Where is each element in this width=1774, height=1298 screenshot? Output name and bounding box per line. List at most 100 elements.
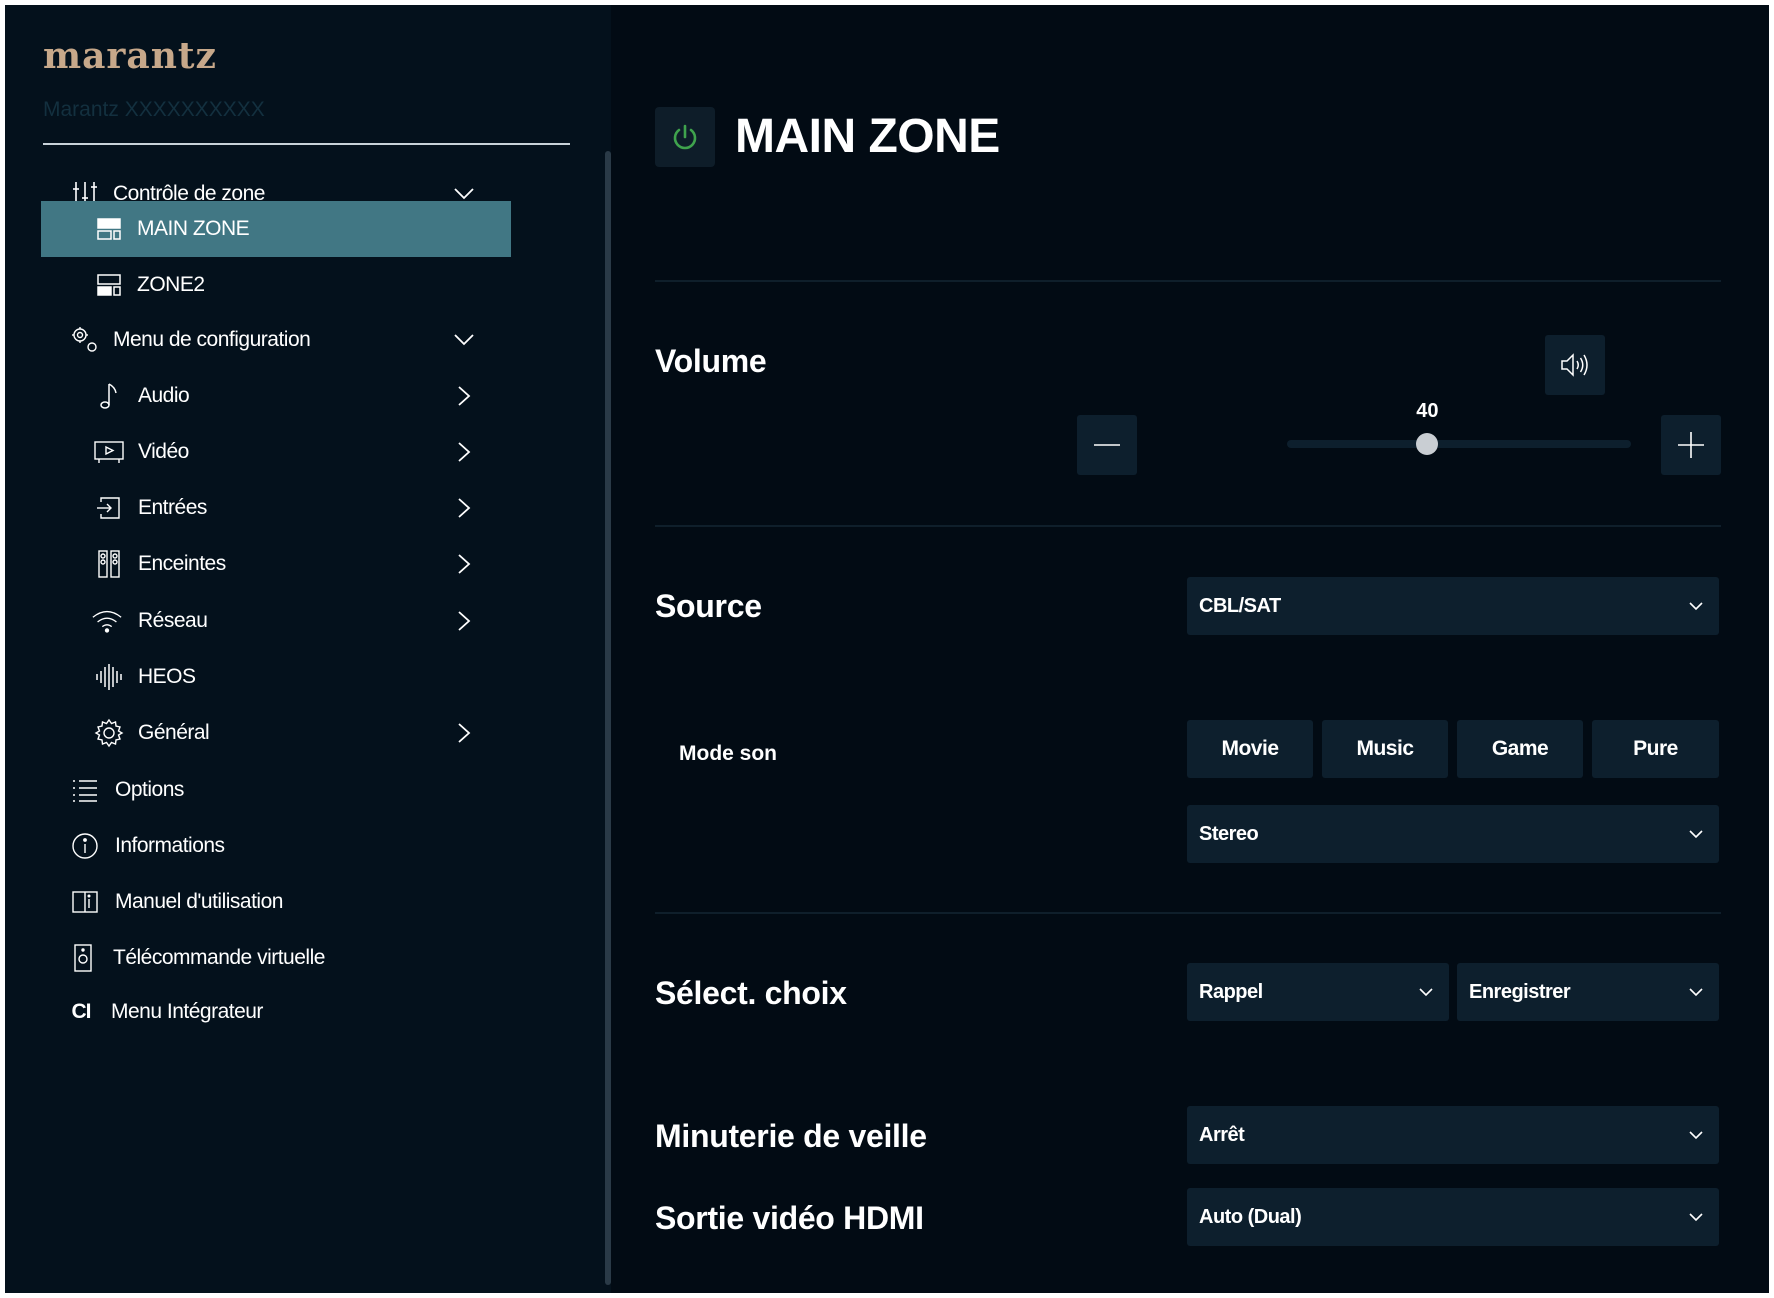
info-icon [69, 830, 101, 862]
zone-icon [93, 269, 125, 301]
source-select[interactable]: CBL/SAT [1187, 577, 1719, 635]
sidebar-item-inputs[interactable]: Entrées [41, 477, 511, 539]
device-name: Marantz XXXXXXXXXX [43, 98, 265, 121]
quick-select-label: Sélect. choix [655, 975, 847, 1011]
video-icon [93, 436, 125, 468]
chevron-right-icon[interactable] [453, 722, 475, 744]
save-value: Enregistrer [1469, 980, 1571, 1003]
speaker-icon [1560, 352, 1590, 378]
chevron-right-icon[interactable] [453, 497, 475, 519]
source-label: Source [655, 588, 762, 624]
remote-icon [67, 942, 99, 974]
ci-icon: CI [71, 1000, 92, 1023]
heos-icon [93, 661, 125, 693]
sidebar-item-label: Options [115, 778, 184, 801]
sidebar-item-label: MAIN ZONE [137, 217, 250, 240]
sidebar-item-setup-menu[interactable]: Menu de configuration [41, 309, 511, 371]
volume-value: 40 [1416, 400, 1439, 422]
input-icon [93, 492, 125, 524]
chevron-down-icon [1687, 1126, 1705, 1144]
minus-icon [1094, 443, 1120, 447]
speakers-icon [93, 548, 125, 580]
recall-value: Rappel [1199, 980, 1263, 1003]
volume-slider-knob[interactable] [1416, 433, 1439, 455]
sidebar-item-label: Menu Intégrateur [111, 1000, 263, 1023]
power-icon [671, 123, 699, 151]
sidebar-item-label: Audio [138, 384, 190, 407]
chevron-right-icon[interactable] [453, 441, 475, 463]
volume-up-button[interactable] [1661, 415, 1721, 475]
sidebar-item-virtual-remote[interactable]: Télécommande virtuelle [41, 927, 511, 989]
sidebar-item-label: Enceintes [138, 552, 226, 575]
sidebar-item-label: Vidéo [138, 440, 189, 463]
sidebar-item-label: Manuel d'utilisation [115, 890, 283, 913]
sound-mode-game-button[interactable]: Game [1457, 720, 1583, 778]
sleep-timer-label: Minuterie de veille [655, 1118, 927, 1154]
sidebar-divider [43, 143, 570, 145]
sidebar-item-integrator-menu[interactable]: CI Menu Intégrateur [41, 981, 511, 1043]
chevron-down-icon [1687, 983, 1705, 1001]
page-title: MAIN ZONE [735, 110, 1000, 163]
sound-mode-value: Stereo [1199, 822, 1259, 845]
wifi-icon [91, 605, 123, 637]
sidebar-item-zone2[interactable]: ZONE2 [41, 257, 511, 313]
chevron-down-icon [1687, 825, 1705, 843]
sidebar-item-label: Télécommande virtuelle [113, 946, 325, 969]
sidebar-item-heos[interactable]: HEOS [41, 646, 511, 708]
sidebar-item-label: Menu de configuration [113, 328, 311, 351]
sidebar-item-audio[interactable]: Audio [41, 365, 511, 427]
sound-mode-label: Mode son [679, 742, 777, 765]
sidebar-item-label: ZONE2 [137, 273, 205, 296]
chevron-down-icon [1417, 983, 1435, 1001]
sidebar-item-label: Informations [115, 834, 225, 857]
sidebar-item-information[interactable]: Informations [41, 815, 511, 877]
app-window: marantz Marantz XXXXXXXXXX Contrôle de z… [5, 5, 1769, 1293]
sidebar-item-speakers[interactable]: Enceintes [41, 533, 511, 595]
volume-label: Volume [655, 343, 767, 379]
sidebar-item-label: Réseau [138, 609, 208, 632]
sidebar-item-main-zone[interactable]: MAIN ZONE [41, 201, 511, 257]
sound-mode-select[interactable]: Stereo [1187, 805, 1719, 863]
power-button[interactable] [655, 107, 715, 167]
chevron-right-icon[interactable] [453, 385, 475, 407]
plus-icon [1678, 432, 1704, 458]
quick-select-recall-select[interactable]: Rappel [1187, 963, 1449, 1021]
hdmi-output-value: Auto (Dual) [1199, 1205, 1302, 1228]
source-value: CBL/SAT [1199, 594, 1281, 617]
zone-icon [93, 213, 125, 245]
list-icon [69, 774, 101, 806]
sidebar-item-general[interactable]: Général [41, 702, 511, 764]
sidebar-item-network[interactable]: Réseau [41, 590, 511, 652]
sidebar: marantz Marantz XXXXXXXXXX Contrôle de z… [5, 5, 611, 1293]
section-divider [655, 912, 1721, 914]
chevron-down-icon [1687, 1208, 1705, 1226]
sidebar-item-user-manual[interactable]: Manuel d'utilisation [41, 871, 511, 933]
sleep-timer-value: Arrêt [1199, 1123, 1245, 1146]
chevron-down-icon[interactable] [453, 329, 475, 351]
gears-icon [69, 324, 101, 356]
chevron-down-icon [1687, 597, 1705, 615]
sound-mode-music-button[interactable]: Music [1322, 720, 1448, 778]
section-divider [655, 525, 1721, 527]
hdmi-output-select[interactable]: Auto (Dual) [1187, 1188, 1719, 1246]
book-icon [69, 886, 101, 918]
chevron-right-icon[interactable] [453, 610, 475, 632]
chevron-right-icon[interactable] [453, 553, 475, 575]
sidebar-item-label: Entrées [138, 496, 207, 519]
music-note-icon [93, 380, 125, 412]
section-divider [655, 280, 1721, 282]
sidebar-item-video[interactable]: Vidéo [41, 421, 511, 483]
sound-mode-movie-button[interactable]: Movie [1187, 720, 1313, 778]
mute-button[interactable] [1545, 335, 1605, 395]
volume-down-button[interactable] [1077, 415, 1137, 475]
sidebar-item-options[interactable]: Options [41, 759, 511, 821]
brand-logo: marantz [43, 35, 217, 77]
sleep-timer-select[interactable]: Arrêt [1187, 1106, 1719, 1164]
main-panel: MAIN ZONE Volume 40 Source CBL/SAT Mode … [611, 5, 1769, 1293]
hdmi-output-label: Sortie vidéo HDMI [655, 1200, 924, 1236]
quick-select-save-select[interactable]: Enregistrer [1457, 963, 1719, 1021]
gear-icon [93, 717, 125, 749]
sidebar-item-label: Général [138, 721, 210, 744]
sound-mode-pure-button[interactable]: Pure [1592, 720, 1719, 778]
volume-slider[interactable] [1287, 433, 1631, 455]
